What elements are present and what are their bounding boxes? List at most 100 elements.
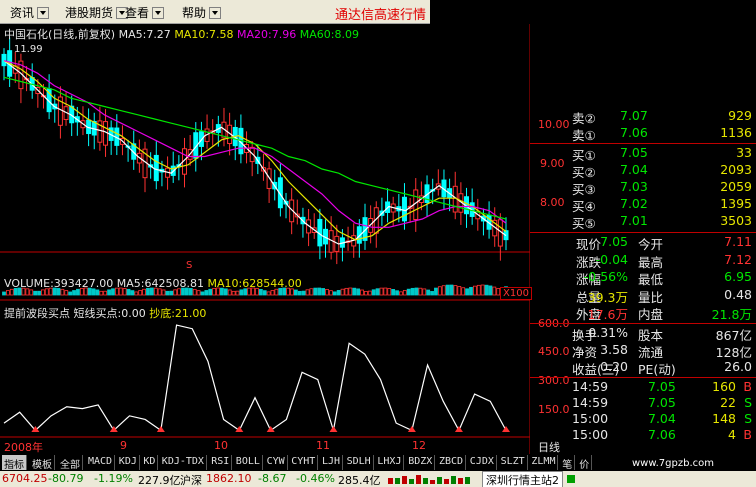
volume-bar — [301, 290, 306, 296]
chart-area[interactable]: 中国石化(日线,前复权) MA5:7.27 MA10:7.58 MA20:7.9… — [0, 24, 570, 454]
buy-volume: 33 — [736, 145, 752, 160]
divider — [530, 377, 756, 378]
menu-view[interactable]: 查看 — [125, 4, 165, 21]
tick-side: S — [744, 411, 752, 426]
tab-18[interactable]: ZLMM — [529, 455, 559, 470]
stat-value: 6.95 — [724, 269, 752, 284]
tab-6[interactable]: KDJ-TDX — [160, 455, 207, 470]
volume-bar — [461, 287, 466, 296]
divider — [530, 143, 756, 144]
volume-value: VOLUME:393427.00 — [4, 277, 114, 290]
sell-volume: 1136 — [720, 125, 752, 140]
volume-bar — [200, 291, 205, 296]
stat-value: 7.11 — [724, 234, 752, 249]
tick-time: 14:59 — [572, 395, 609, 410]
tick-time: 15:00 — [572, 411, 609, 426]
volume-bar — [196, 290, 201, 296]
tab-8[interactable]: BOLL — [234, 455, 263, 470]
volume-bar — [437, 286, 442, 296]
index2-change: -8.67 — [258, 472, 287, 485]
tab-15[interactable]: ZBCD — [437, 455, 467, 470]
tab-9[interactable]: CYW — [265, 455, 288, 470]
tab-1[interactable]: 模板 — [30, 455, 55, 471]
index2-name: 沪深 — [180, 474, 202, 487]
volume-bar — [208, 288, 213, 296]
buy-row-4: 买④ 7.02 1395 — [530, 196, 756, 214]
ma-line-ma10 — [3, 60, 507, 241]
volume-bar — [492, 286, 497, 296]
tab-20[interactable]: 价 — [577, 455, 593, 471]
tab-3[interactable]: MACD — [86, 455, 116, 470]
buy-price: 7.01 — [620, 213, 648, 228]
tab-0[interactable]: 指标 — [2, 455, 27, 471]
volume-bar — [293, 289, 298, 296]
fundamental-row: 净资 3.58 流通 128亿 — [530, 342, 756, 360]
menu-hk-futures-label: 港股期货 — [65, 6, 114, 20]
tab-13[interactable]: LHXJ — [375, 455, 405, 470]
tick-time: 14:59 — [572, 379, 609, 394]
volume-bar — [5, 290, 10, 296]
volume-bar — [204, 290, 209, 296]
volume-bar — [173, 289, 178, 296]
tick-price: 7.06 — [648, 427, 676, 442]
index2-value: 1862.10 — [206, 472, 252, 485]
kline-chart[interactable] — [0, 24, 530, 454]
volume-bar — [258, 288, 263, 296]
ma10-label: MA10:7.58 — [174, 28, 234, 41]
server-name[interactable]: 深圳行情主站2 — [482, 471, 563, 487]
sell-price: 7.07 — [620, 108, 648, 123]
buy-volume: 2093 — [720, 162, 752, 177]
tab-10[interactable]: CYHT — [289, 455, 319, 470]
tab-2[interactable]: 全部 — [58, 455, 83, 471]
candle-body — [401, 196, 407, 222]
fund-value: 0.31% — [588, 325, 628, 340]
volume-bar — [231, 290, 236, 296]
tick-volume: 4 — [728, 427, 736, 442]
volume-bar — [445, 284, 450, 296]
tab-12[interactable]: SDLH — [345, 455, 374, 470]
tab-16[interactable]: CJDX — [468, 455, 497, 470]
index2-pct: -0.46% — [296, 472, 335, 485]
volume-bar — [107, 289, 111, 296]
volume-bar — [434, 287, 438, 296]
volume-bar — [484, 284, 489, 296]
volume-bar — [305, 289, 310, 296]
volume-bar — [352, 287, 357, 296]
menu-help-label: 帮助 — [182, 6, 207, 20]
volume-bar — [33, 290, 38, 296]
volume-bar — [367, 290, 372, 296]
volume-bar — [274, 288, 279, 296]
tick-side: B — [743, 379, 752, 394]
quote-panel: 卖② 7.07 929 卖① 7.06 1136 买① 7.05 33 买② 7… — [530, 108, 756, 454]
volume-bar — [262, 290, 267, 296]
stat-value: 21.8万 — [711, 307, 752, 322]
menu-info[interactable]: 资讯 — [10, 4, 50, 21]
index1-pct: -1.19% — [94, 472, 133, 485]
volume-ma10: MA10:628544.00 — [207, 277, 302, 290]
tab-19[interactable]: 笔 — [560, 455, 576, 471]
tab-4[interactable]: KDJ — [117, 455, 140, 470]
date-label: 9 — [120, 439, 127, 452]
tab-7[interactable]: RSI — [209, 455, 233, 470]
buy-arrow-icon — [502, 426, 510, 432]
volume-bar — [414, 287, 419, 296]
volume-unit: X100 — [500, 287, 532, 300]
stat-value: 17.6万 — [587, 307, 628, 322]
tab-14[interactable]: BDZX — [406, 455, 436, 470]
volume-bar — [410, 287, 415, 296]
volume-ma5: MA5:642508.81 — [116, 277, 204, 290]
tab-11[interactable]: LJH — [320, 455, 344, 470]
fundamental-row: 换手 0.31% 股本 867亿 — [530, 325, 756, 343]
tab-5[interactable]: KD — [141, 455, 159, 470]
menu-hk-futures[interactable]: 港股期货 — [65, 4, 129, 21]
buy-volume: 3503 — [720, 213, 752, 228]
volume-bar — [239, 289, 244, 296]
tick-row: 15:00 7.04 148 S — [530, 411, 756, 427]
volume-bar — [465, 288, 469, 296]
sell-label: 卖① — [572, 128, 596, 143]
volume-bar — [488, 285, 493, 296]
menu-help[interactable]: 帮助 — [182, 4, 222, 21]
tab-17[interactable]: SLZT — [499, 455, 528, 470]
date-label: 12 — [412, 439, 426, 452]
index1-amount: 227.9亿 — [138, 474, 181, 487]
